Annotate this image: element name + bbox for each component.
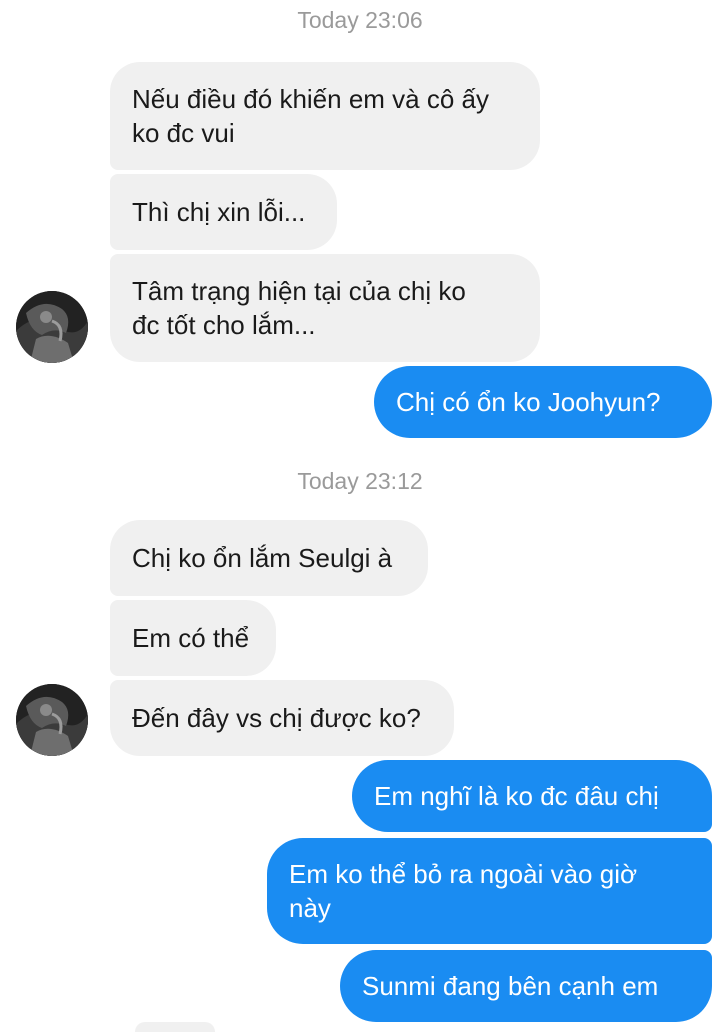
timestamp: Today 23:06 bbox=[297, 7, 423, 33]
message-bubble-incoming[interactable]: Thì chị xin lỗi... bbox=[110, 174, 337, 250]
contact-avatar[interactable] bbox=[16, 291, 88, 363]
message-bubble-incoming[interactable]: Chị ko ổn lắm Seulgi à bbox=[110, 520, 428, 596]
message-bubble-incoming[interactable]: Tâm trạng hiện tại của chị ko đc tốt cho… bbox=[110, 254, 540, 362]
message-bubble-incoming[interactable]: Em có thể bbox=[110, 600, 276, 676]
message-bubble-partial bbox=[135, 1022, 215, 1032]
message-bubble-outgoing[interactable]: Chị có ổn ko Joohyun? bbox=[374, 366, 712, 438]
message-bubble-outgoing[interactable]: Sunmi đang bên cạnh em bbox=[340, 950, 712, 1022]
message-bubble-outgoing[interactable]: Em nghĩ là ko đc đâu chị bbox=[352, 760, 712, 832]
contact-avatar[interactable] bbox=[16, 684, 88, 756]
avatar-photo-icon bbox=[16, 684, 88, 756]
message-bubble-incoming[interactable]: Đến đây vs chị được ko? bbox=[110, 680, 454, 756]
message-bubble-outgoing[interactable]: Em ko thể bỏ ra ngoài vào giờ này bbox=[267, 838, 712, 944]
timestamp: Today 23:12 bbox=[297, 468, 423, 494]
message-bubble-incoming[interactable]: Nếu điều đó khiến em và cô ấy ko đc vui bbox=[110, 62, 540, 170]
avatar-photo-icon bbox=[16, 291, 88, 363]
